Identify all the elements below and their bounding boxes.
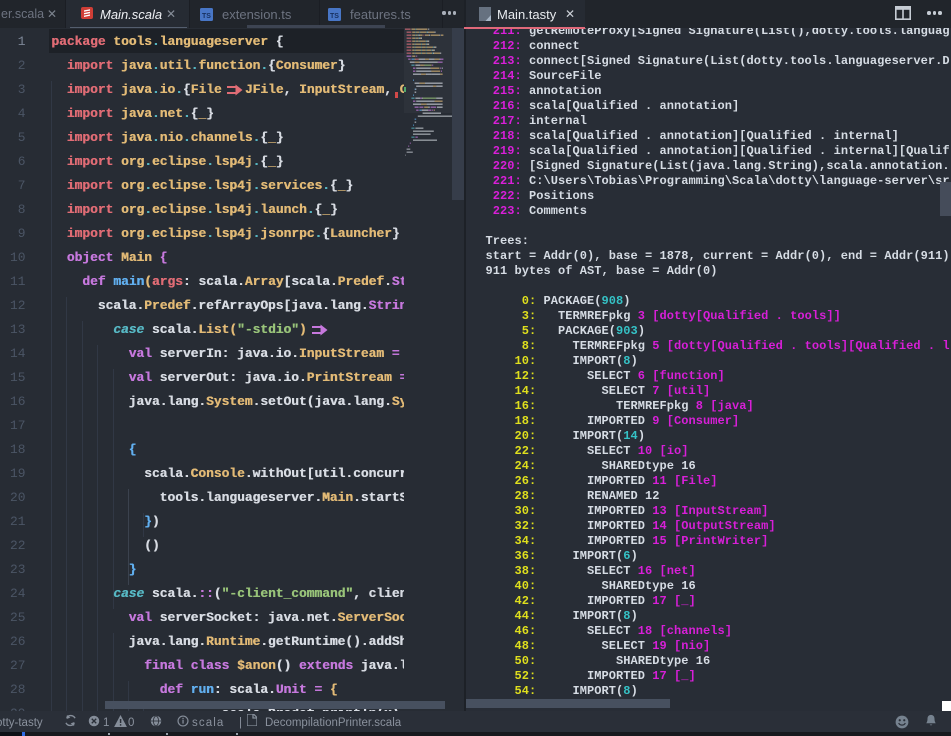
svg-text:TS: TS [330,13,339,20]
svg-text:TS: TS [202,13,211,20]
